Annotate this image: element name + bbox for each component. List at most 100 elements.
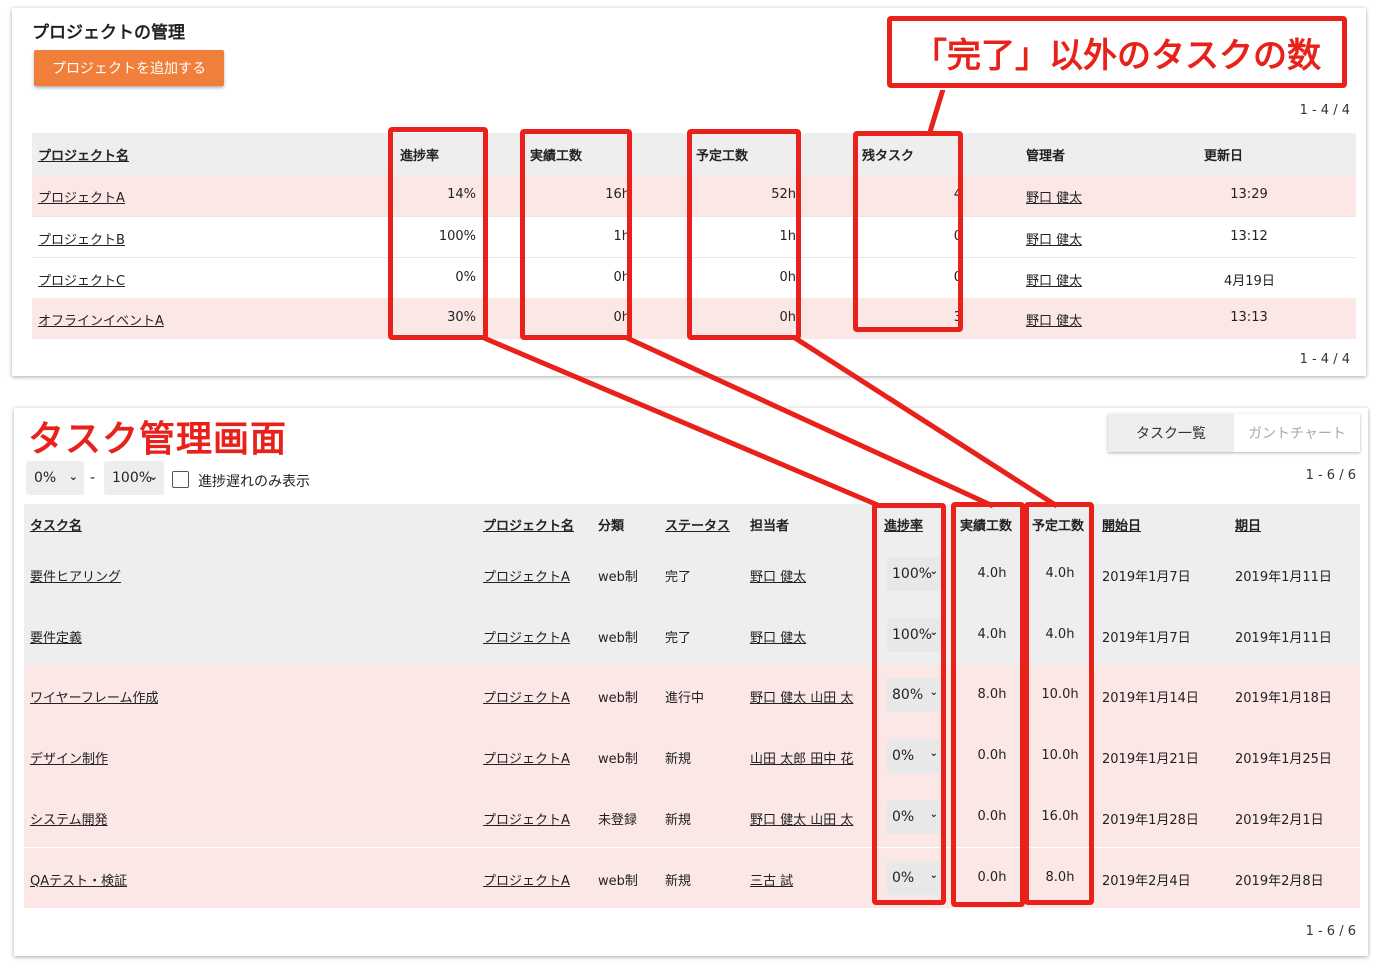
actual-hours-cell: 0.0h bbox=[977, 869, 1007, 885]
chevron-down-icon: ⌄ bbox=[929, 566, 938, 577]
remaining-tasks-cell: 4 bbox=[953, 187, 962, 202]
project-name-link[interactable]: プロジェクトA bbox=[483, 748, 570, 767]
status-cell: 新規 bbox=[665, 873, 692, 889]
start-date-cell: 2019年1月7日 bbox=[1102, 630, 1191, 646]
task-pager-bottom: 1 - 6 / 6 bbox=[1305, 924, 1356, 939]
task-name-link[interactable]: 要件定義 bbox=[30, 627, 82, 646]
status-cell: 完了 bbox=[665, 630, 692, 646]
remaining-tasks-cell: 3 bbox=[953, 310, 962, 325]
assignee-link[interactable]: 野口 健太 bbox=[750, 566, 868, 585]
planned-hours-cell: 0h bbox=[779, 310, 796, 325]
project-name-link[interactable]: プロジェクトA bbox=[483, 870, 570, 889]
progress-value: 0% bbox=[892, 808, 915, 825]
task-table: タスク名 プロジェクト名 分類 ステータス 担当者 進捗率 実績工数 予定工数 … bbox=[24, 504, 1360, 909]
chevron-down-icon: ⌄ bbox=[929, 626, 938, 638]
start-date-cell: 2019年2月4日 bbox=[1102, 873, 1191, 889]
task-name-link[interactable]: QAテスト・検証 bbox=[30, 870, 127, 889]
table-row: システム開発 プロジェクトA 未登録 新規 野口 健太 山田 太 2019年1月28日 20… bbox=[24, 786, 1360, 848]
planned-hours-cell: 0h bbox=[779, 270, 796, 285]
progress-value: 80% bbox=[892, 687, 924, 704]
progress-value: 0% bbox=[892, 748, 915, 765]
assignee-link[interactable]: 野口 健太 山田 太 bbox=[750, 809, 868, 828]
actual-hours-cell: 0h bbox=[613, 270, 630, 285]
header-category: 分類 bbox=[598, 519, 625, 534]
planned-hours-cell: 52h bbox=[771, 187, 796, 202]
header-task-name[interactable]: タスク名 bbox=[30, 515, 82, 534]
planned-hours-cell: 1h bbox=[779, 229, 796, 244]
manager-link[interactable]: 野口 健太 bbox=[1026, 187, 1082, 206]
table-row: プロジェクトC 0% 0h 0h 0 野口 健太 4月19日 bbox=[32, 257, 1356, 298]
tab-gantt-chart[interactable]: ガントチャート bbox=[1234, 414, 1360, 452]
add-project-button[interactable]: プロジェクトを追加する bbox=[34, 50, 224, 86]
assignee-link[interactable]: 野口 健太 bbox=[750, 627, 868, 646]
header-planned-hours: 予定工数 bbox=[696, 149, 749, 164]
table-row: QAテスト・検証 プロジェクトA web制 新規 三古 試 2019年2月4日 2019年2… bbox=[24, 847, 1360, 909]
start-date-cell: 2019年1月28日 bbox=[1102, 812, 1199, 828]
progress-to-value: 100% bbox=[112, 470, 153, 486]
project-name-link[interactable]: プロジェクトA bbox=[483, 566, 570, 585]
planned-hours-cell: 10.0h bbox=[1041, 687, 1079, 703]
assignee-link[interactable]: 野口 健太 山田 太 bbox=[750, 687, 868, 706]
progress-select[interactable]: 100% ⌄ bbox=[887, 617, 941, 652]
actual-hours-cell: 0.0h bbox=[977, 808, 1007, 824]
table-row: 要件ヒアリング プロジェクトA web制 完了 野口 健太 2019年1月7日 2019年1… bbox=[24, 544, 1360, 605]
task-panel: タスク管理画面 タスク一覧 ガントチャート 0% ⌄ - 100% ⌄ 進捗遅れ… bbox=[14, 408, 1368, 956]
manager-link[interactable]: 野口 健太 bbox=[1026, 229, 1082, 248]
project-name-link[interactable]: プロジェクトA bbox=[483, 809, 570, 828]
progress-value: 0% bbox=[892, 869, 915, 886]
header-progress[interactable]: 進捗率 bbox=[884, 515, 923, 534]
table-row: オフラインイベントA 30% 0h 0h 3 野口 健太 13:13 bbox=[32, 298, 1356, 339]
table-row: プロジェクトA 14% 16h 52h 4 野口 健太 13:29 bbox=[32, 175, 1356, 216]
assignee-link[interactable]: 三古 試 bbox=[750, 870, 868, 889]
project-name-link[interactable]: プロジェクトA bbox=[38, 187, 125, 206]
task-name-link[interactable]: システム開発 bbox=[30, 809, 108, 828]
updated-cell: 13:13 bbox=[1230, 310, 1268, 325]
start-date-cell: 2019年1月14日 bbox=[1102, 691, 1199, 707]
project-name-link[interactable]: プロジェクトA bbox=[483, 627, 570, 646]
progress-select[interactable]: 80% ⌄ bbox=[887, 678, 941, 713]
task-name-link[interactable]: デザイン制作 bbox=[30, 748, 108, 767]
progress-select[interactable]: 0% ⌄ bbox=[887, 860, 941, 895]
planned-hours-cell: 16.0h bbox=[1041, 808, 1079, 824]
progress-select[interactable]: 100% ⌄ bbox=[887, 557, 941, 591]
project-name-link[interactable]: プロジェクトA bbox=[483, 687, 570, 706]
header-start-date[interactable]: 開始日 bbox=[1102, 515, 1141, 534]
due-date-cell: 2019年1月18日 bbox=[1235, 691, 1332, 707]
task-name-link[interactable]: ワイヤーフレーム作成 bbox=[30, 687, 158, 706]
header-due-date[interactable]: 期日 bbox=[1235, 515, 1261, 534]
delayed-only-checkbox[interactable] bbox=[172, 471, 189, 488]
progress-to-select[interactable]: 100% ⌄ bbox=[104, 461, 164, 495]
header-planned-hours: 予定工数 bbox=[1032, 519, 1085, 534]
task-name-link[interactable]: 要件ヒアリング bbox=[30, 566, 121, 585]
header-remaining-tasks: 残タスク bbox=[862, 149, 915, 164]
table-row: デザイン制作 プロジェクトA web制 新規 山田 太郎 田中 花 2019年1月21日 2… bbox=[24, 726, 1360, 787]
actual-hours-cell: 8.0h bbox=[977, 687, 1007, 703]
chevron-down-icon: ⌄ bbox=[929, 869, 938, 881]
view-tabs: タスク一覧 ガントチャート bbox=[1108, 414, 1360, 452]
status-cell: 新規 bbox=[665, 752, 692, 768]
manager-link[interactable]: 野口 健太 bbox=[1026, 270, 1082, 289]
remaining-tasks-callout: 「完了」以外のタスクの数 bbox=[887, 16, 1347, 88]
start-date-cell: 2019年1月7日 bbox=[1102, 570, 1191, 585]
header-status[interactable]: ステータス bbox=[665, 515, 730, 534]
assignee-link[interactable]: 山田 太郎 田中 花 bbox=[750, 748, 868, 767]
project-name-link[interactable]: プロジェクトB bbox=[38, 229, 125, 248]
progress-from-select[interactable]: 0% ⌄ bbox=[26, 461, 84, 495]
header-assignee: 担当者 bbox=[750, 519, 790, 534]
actual-hours-cell: 0.0h bbox=[977, 748, 1007, 764]
actual-hours-cell: 4.0h bbox=[977, 566, 1007, 581]
header-project-name[interactable]: プロジェクト名 bbox=[38, 145, 129, 164]
actual-hours-cell: 4.0h bbox=[977, 626, 1007, 642]
manager-link[interactable]: 野口 健太 bbox=[1026, 310, 1082, 329]
category-cell: web制 bbox=[598, 570, 638, 585]
progress-select[interactable]: 0% ⌄ bbox=[887, 799, 941, 834]
header-updated: 更新日 bbox=[1204, 149, 1244, 164]
project-name-link[interactable]: プロジェクトC bbox=[38, 270, 125, 289]
tab-task-list[interactable]: タスク一覧 bbox=[1108, 414, 1234, 452]
project-name-link[interactable]: オフラインイベントA bbox=[38, 310, 164, 329]
chevron-down-icon: ⌄ bbox=[68, 470, 78, 483]
chevron-down-icon: ⌄ bbox=[929, 748, 938, 760]
progress-select[interactable]: 0% ⌄ bbox=[887, 739, 941, 774]
progress-cell: 0% bbox=[455, 270, 476, 285]
header-project-name[interactable]: プロジェクト名 bbox=[483, 515, 574, 534]
